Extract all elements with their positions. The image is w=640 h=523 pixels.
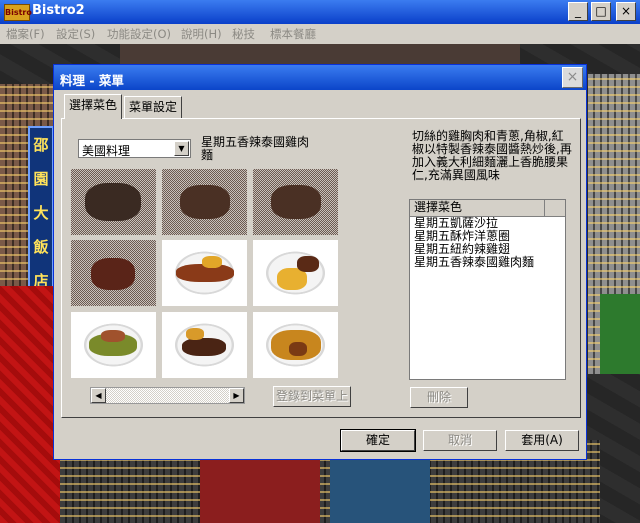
app-titlebar: Bistro Bistro2 _ □ × — [0, 0, 640, 24]
menu-bar: 檔案(F) 設定(S) 功能設定(O) 說明(H) 秘技 標本餐廳 — [0, 24, 640, 44]
menu-dialog: 料理 - 菜單 × 選擇菜色 菜單設定 美國料理 ▼ 星期五香辣泰國雞肉麵 ◀ … — [53, 64, 587, 460]
dish-thumbnail[interactable] — [71, 240, 156, 306]
dish-thumbnail[interactable] — [162, 240, 247, 306]
dish-thumbnail[interactable] — [253, 169, 338, 235]
sign-char: 飯 — [33, 238, 49, 256]
menu-sample-restaurant[interactable]: 標本餐廳 — [270, 26, 316, 42]
building-top — [120, 44, 520, 64]
menu-help[interactable]: 說明(H) — [181, 26, 222, 42]
ok-button[interactable]: 確定 — [340, 429, 416, 452]
header-divider — [544, 200, 545, 216]
menu-settings[interactable]: 設定(S) — [56, 26, 95, 42]
list-header-label: 選擇菜色 — [414, 200, 463, 214]
list-header: 選擇菜色 — [410, 200, 565, 217]
maximize-button[interactable]: □ — [591, 2, 611, 21]
delete-button[interactable]: 刪除 — [410, 387, 468, 408]
red-carpet — [0, 286, 60, 523]
dialog-titlebar[interactable]: 料理 - 菜單 × — [54, 65, 586, 90]
dish-thumbnail[interactable] — [253, 312, 338, 378]
cuisine-dropdown[interactable]: 美國料理 ▼ — [78, 139, 191, 158]
thumbnail-scrollbar[interactable]: ◀ ▶ — [90, 387, 245, 404]
dish-thumbnail[interactable] — [71, 169, 156, 235]
dish-thumbnail[interactable] — [162, 312, 247, 378]
menu-cheats[interactable]: 秘技 — [232, 26, 255, 42]
dialog-close-button[interactable]: × — [562, 67, 583, 88]
dish-thumbnail[interactable] — [253, 240, 338, 306]
list-item[interactable]: 星期五香辣泰國雞肉麵 — [410, 256, 565, 269]
dish-thumbnail[interactable] — [162, 169, 247, 235]
tab-menu-settings[interactable]: 菜單設定 — [124, 96, 183, 118]
sign-char: 大 — [33, 204, 49, 222]
tab-select-dish[interactable]: 選擇菜色 — [64, 94, 123, 119]
sign-char: 園 — [33, 170, 49, 188]
selected-dish-name: 星期五香辣泰國雞肉麵 — [201, 135, 310, 162]
vertical-sign: 邵 園 大 飯 店 — [28, 126, 54, 300]
graffiti-wall — [600, 294, 640, 374]
close-button[interactable]: × — [616, 2, 636, 21]
chevron-down-icon[interactable]: ▼ — [174, 141, 189, 156]
dialog-title: 料理 - 菜單 — [60, 73, 124, 88]
cuisine-value: 美國料理 — [82, 144, 131, 158]
selected-dishes-list[interactable]: 選擇菜色 星期五凱薩沙拉 星期五酥炸洋蔥圈 星期五紐約辣雞翅 星期五香辣泰國雞肉… — [409, 199, 566, 380]
cancel-button[interactable]: 取消 — [423, 430, 497, 451]
minimize-button[interactable]: _ — [568, 2, 588, 21]
dish-description: 切絲的雞胸肉和青蔥,角椒,紅椒以特製香辣泰國醬熱炒後,再加入義大利細麵灑上香脆腰… — [412, 129, 572, 182]
apply-button[interactable]: 套用(A) — [505, 430, 579, 451]
app-title: Bistro2 — [32, 3, 85, 18]
scroll-right-icon[interactable]: ▶ — [229, 388, 244, 403]
dish-thumbnail[interactable] — [71, 312, 156, 378]
menu-file[interactable]: 檔案(F) — [6, 26, 45, 42]
scroll-left-icon[interactable]: ◀ — [91, 388, 106, 403]
sign-char: 邵 — [33, 136, 49, 154]
app-logo-icon: Bistro — [4, 4, 32, 21]
add-to-menu-button[interactable]: 登錄到菜單上 — [273, 386, 351, 407]
menu-options[interactable]: 功能設定(O) — [107, 26, 171, 42]
